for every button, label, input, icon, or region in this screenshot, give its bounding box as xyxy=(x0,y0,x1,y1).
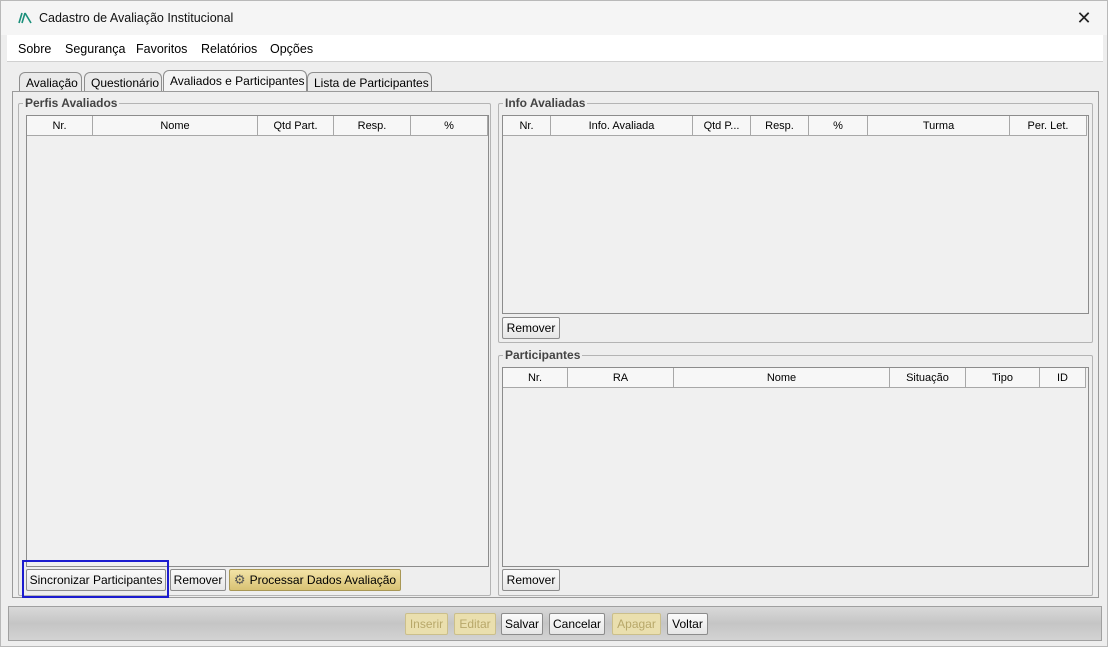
col-nome[interactable]: Nome xyxy=(674,368,890,388)
tab-avaliados-participantes[interactable]: Avaliados e Participantes xyxy=(163,70,307,92)
app-logo-icon xyxy=(18,12,32,24)
col-info-avaliada[interactable]: Info. Avaliada xyxy=(551,116,693,136)
app-window: Cadastro de Avaliação Institucional ✕ So… xyxy=(0,0,1108,647)
col-ra[interactable]: RA xyxy=(568,368,674,388)
menu-bar: Sobre Segurança Favoritos Relatórios Opç… xyxy=(7,35,1103,62)
participantes-table[interactable]: Nr. RA Nome Situação Tipo ID xyxy=(502,367,1089,567)
participantes-remover-button[interactable]: Remover xyxy=(502,569,560,591)
close-icon[interactable]: ✕ xyxy=(1061,1,1107,35)
participantes-title: Participantes xyxy=(503,348,583,362)
col-tipo[interactable]: Tipo xyxy=(966,368,1040,388)
menu-sobre[interactable]: Sobre xyxy=(18,42,51,56)
selection-highlight xyxy=(22,560,169,598)
col-resp[interactable]: Resp. xyxy=(751,116,809,136)
info-avaliadas-group: Info Avaliadas Nr. Info. Avaliada Qtd P.… xyxy=(498,96,1093,343)
title-bar: Cadastro de Avaliação Institucional ✕ xyxy=(1,1,1107,35)
col-situacao[interactable]: Situação xyxy=(890,368,966,388)
inserir-button[interactable]: Inserir xyxy=(405,613,448,635)
gear-icon: ⚙ xyxy=(233,572,246,587)
col-nr[interactable]: Nr. xyxy=(503,116,551,136)
col-resp[interactable]: Resp. xyxy=(334,116,411,136)
processar-dados-button[interactable]: ⚙ Processar Dados Avaliação xyxy=(229,569,401,591)
perfis-avaliados-title: Perfis Avaliados xyxy=(23,96,120,110)
info-avaliadas-title: Info Avaliadas xyxy=(503,96,588,110)
info-table-header: Nr. Info. Avaliada Qtd P... Resp. % Turm… xyxy=(503,116,1087,136)
menu-opcoes[interactable]: Opções xyxy=(270,42,313,56)
col-percent[interactable]: % xyxy=(411,116,488,136)
col-turma[interactable]: Turma xyxy=(868,116,1010,136)
info-table[interactable]: Nr. Info. Avaliada Qtd P... Resp. % Turm… xyxy=(502,115,1089,314)
participantes-group: Participantes Nr. RA Nome Situação Tipo … xyxy=(498,348,1093,596)
apagar-button[interactable]: Apagar xyxy=(612,613,661,635)
cancelar-button[interactable]: Cancelar xyxy=(549,613,605,635)
footer-toolbar: Inserir Editar Salvar Cancelar Apagar Vo… xyxy=(8,606,1102,641)
window-title: Cadastro de Avaliação Institucional xyxy=(39,11,234,25)
perfis-remover-button[interactable]: Remover xyxy=(170,569,226,591)
tab-lista-participantes[interactable]: Lista de Participantes xyxy=(307,72,432,92)
col-nr[interactable]: Nr. xyxy=(503,368,568,388)
tab-avaliacao[interactable]: Avaliação xyxy=(19,72,82,92)
editar-button[interactable]: Editar xyxy=(454,613,496,635)
menu-relatorios[interactable]: Relatórios xyxy=(201,42,257,56)
participantes-table-header: Nr. RA Nome Situação Tipo ID xyxy=(503,368,1086,388)
voltar-button[interactable]: Voltar xyxy=(667,613,708,635)
col-percent[interactable]: % xyxy=(809,116,868,136)
tab-questionario[interactable]: Questionário xyxy=(84,72,162,92)
perfis-avaliados-group: Perfis Avaliados Nr. Nome Qtd Part. Resp… xyxy=(18,96,491,596)
col-per-let[interactable]: Per. Let. xyxy=(1010,116,1087,136)
col-qtd-part[interactable]: Qtd Part. xyxy=(258,116,334,136)
menu-favoritos[interactable]: Favoritos xyxy=(136,42,187,56)
col-nome[interactable]: Nome xyxy=(93,116,258,136)
tab-panel: Perfis Avaliados Nr. Nome Qtd Part. Resp… xyxy=(12,91,1099,598)
salvar-button[interactable]: Salvar xyxy=(501,613,543,635)
perfis-table-header: Nr. Nome Qtd Part. Resp. % xyxy=(27,116,488,136)
col-nr[interactable]: Nr. xyxy=(27,116,93,136)
menu-seguranca[interactable]: Segurança xyxy=(65,42,125,56)
processar-dados-label: Processar Dados Avaliação xyxy=(249,573,397,587)
perfis-table[interactable]: Nr. Nome Qtd Part. Resp. % xyxy=(26,115,489,567)
info-remover-button[interactable]: Remover xyxy=(502,317,560,339)
col-qtd-p[interactable]: Qtd P... xyxy=(693,116,751,136)
col-id[interactable]: ID xyxy=(1040,368,1086,388)
